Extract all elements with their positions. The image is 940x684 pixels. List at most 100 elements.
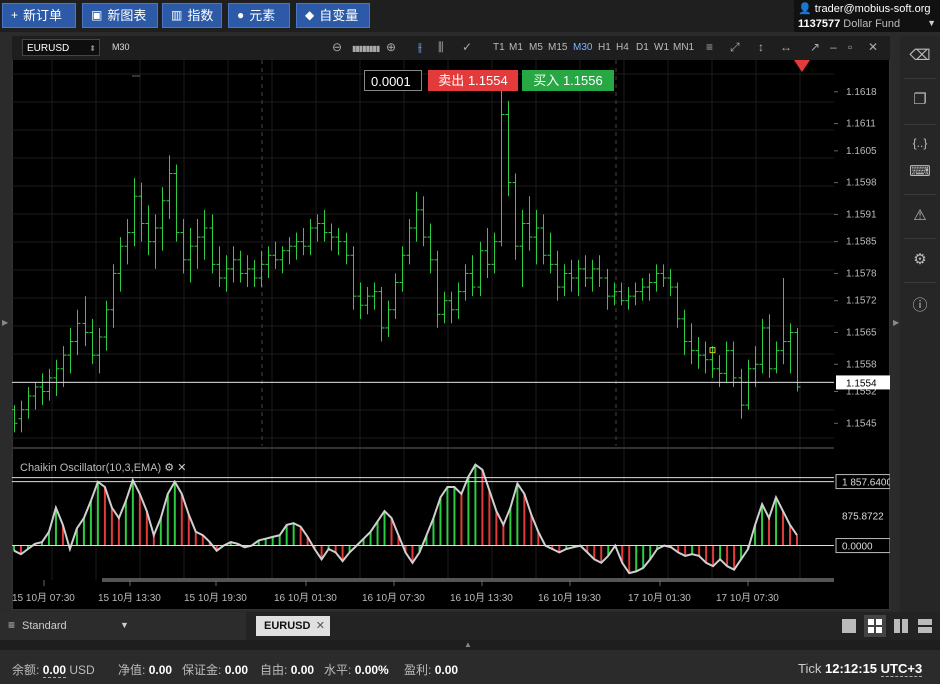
price-chart[interactable]: 1.1618 1.1611 1.1605 1.1598 1.1591 1.1585 1.15… xyxy=(12,60,890,610)
tab-timeframe-m1[interactable]: M1 xyxy=(509,42,523,53)
copy-icon[interactable]: ❐ xyxy=(900,90,940,108)
expand-panel-icon[interactable]: ▲ xyxy=(464,640,472,649)
gear-icon[interactable]: ⚙ xyxy=(164,462,174,474)
ohlc-bar xyxy=(378,287,385,342)
minimize-icon[interactable]: – xyxy=(830,40,837,54)
indicators-button[interactable]: ▥ 指数 xyxy=(162,3,222,28)
ohlc-bar xyxy=(314,214,321,242)
menu-icon: ≡ xyxy=(8,618,16,632)
terminal-icon[interactable]: ⌨ xyxy=(900,162,940,180)
chevron-down-icon[interactable]: ▼ xyxy=(927,18,936,28)
ohlc-bar xyxy=(688,323,695,365)
tab-timeframe-h4[interactable]: H4 xyxy=(616,42,629,53)
collapse-right-icon[interactable]: ▶ xyxy=(893,318,899,327)
zoom-in-icon[interactable]: ⊕ xyxy=(386,40,396,54)
new-order-button[interactable]: + 新订单 xyxy=(2,3,76,28)
symbol-value: EURUSD xyxy=(27,43,70,54)
ohlc-bar xyxy=(498,82,505,247)
ohlc-bar xyxy=(787,323,794,374)
chart-icon: ▣ xyxy=(91,8,103,22)
close-icon[interactable]: ✕ xyxy=(868,40,878,54)
indicator-f-icon[interactable]: ≡ xyxy=(706,40,713,54)
close-indicator-icon[interactable]: ✕ xyxy=(177,462,186,474)
divider xyxy=(904,78,936,79)
maximize-icon[interactable]: ▫ xyxy=(848,40,852,54)
new-chart-button[interactable]: ▣ 新图表 xyxy=(82,3,158,28)
tab-label: EURUSD xyxy=(264,620,311,632)
account-number: 1137577 xyxy=(798,18,841,30)
ohlc-bar xyxy=(469,255,476,297)
ohlc-bar xyxy=(173,164,180,242)
ohlc-bar xyxy=(307,218,314,256)
tab-timeframe-h1[interactable]: H1 xyxy=(598,42,611,53)
warning-icon[interactable]: ⚠ xyxy=(900,206,940,224)
ohlc-bar xyxy=(575,259,582,297)
elements-button[interactable]: ● 元素 xyxy=(228,3,290,28)
settings-icon[interactable]: ⚙ xyxy=(900,250,940,268)
ohlc-bar xyxy=(519,209,526,288)
lot-input[interactable]: 0.0001 xyxy=(364,70,422,91)
variables-button[interactable]: ◆ 自变量 xyxy=(296,3,370,28)
ohlc-bar xyxy=(12,405,18,433)
ohlc-bar xyxy=(237,250,244,283)
ohlc-bar xyxy=(533,209,540,265)
ohlc-bar xyxy=(385,300,392,338)
layout-single-icon[interactable] xyxy=(842,619,856,633)
tab-timeframe-m5[interactable]: M5 xyxy=(529,42,543,53)
tab-timeframe-t1[interactable]: T1 xyxy=(493,42,505,53)
ohlc-bar xyxy=(702,341,709,374)
current-timeframe: M30 xyxy=(112,42,130,52)
ohlc-bar xyxy=(201,209,208,260)
account-info[interactable]: 👤 trader@mobius-soft.org 1137577 Dollar … xyxy=(794,0,940,32)
zoom-slider[interactable]: ▮▮▮▮▮▮▮▮ xyxy=(352,44,380,53)
layout-grid-active[interactable] xyxy=(864,615,886,637)
bar-chart-icon[interactable]: ⫲ xyxy=(418,40,422,55)
ohlc-bar xyxy=(674,282,681,328)
price-label: 1.1591 xyxy=(846,209,877,220)
ohlc-bar xyxy=(350,246,357,310)
eraser-icon[interactable]: ⌫ xyxy=(900,46,940,64)
vertical-line-icon[interactable]: ↕ xyxy=(758,40,764,54)
symbol-select[interactable]: EURUSD ⬍ xyxy=(22,39,100,56)
trendline-icon[interactable]: ⤢ xyxy=(730,40,740,55)
line-chart-icon[interactable]: ✓ xyxy=(462,40,472,54)
ohlc-bar xyxy=(653,264,660,292)
sell-price: 1.1554 xyxy=(467,73,508,88)
layout-rows-icon[interactable] xyxy=(918,619,932,633)
buy-button[interactable]: 买入 1.1556 xyxy=(522,70,614,91)
timezone-select[interactable]: UTC+3 xyxy=(880,661,923,677)
osc-label: 1 857.6400 xyxy=(842,478,890,489)
ohlc-bar xyxy=(773,341,780,374)
candle-chart-icon[interactable]: ⫼ xyxy=(438,40,444,55)
tab-timeframe-m15[interactable]: M15 xyxy=(548,42,567,53)
horizontal-line-icon[interactable]: ↔ xyxy=(780,40,792,54)
ohlc-bar xyxy=(60,346,67,387)
zoom-out-icon[interactable]: ⊖ xyxy=(332,40,342,54)
ohlc-bar xyxy=(540,214,547,265)
tab-eurusd[interactable]: EURUSD ✕ xyxy=(256,616,330,636)
time-label: 16 10月 19:30 xyxy=(538,592,601,604)
collapse-left-icon[interactable]: ▶ xyxy=(2,318,8,327)
template-select[interactable]: ≡ Standard ▼ xyxy=(0,612,246,640)
fund-name: Dollar Fund xyxy=(843,18,901,30)
ohlc-bar xyxy=(279,246,286,274)
time-label: 17 10月 07:30 xyxy=(716,592,779,604)
ohlc-bar xyxy=(554,250,561,301)
script-icon[interactable]: {..} xyxy=(900,136,940,150)
tab-timeframe-mn1[interactable]: MN1 xyxy=(673,42,694,53)
panel-splitter[interactable]: ▲ xyxy=(0,640,940,650)
tab-timeframe-m30[interactable]: M30 xyxy=(573,42,592,53)
osc-label: 0.0000 xyxy=(842,542,873,553)
sell-button[interactable]: 卖出 1.1554 xyxy=(428,70,518,91)
ohlc-bar xyxy=(117,237,124,292)
info-icon[interactable]: ⓘ xyxy=(900,294,940,315)
ohlc-bar xyxy=(561,264,568,297)
tab-timeframe-d1[interactable]: D1 xyxy=(636,42,649,53)
ohlc-bar xyxy=(505,100,512,197)
detach-icon[interactable]: ↗ xyxy=(810,40,820,54)
ohlc-bar xyxy=(293,232,300,260)
close-tab-icon[interactable]: ✕ xyxy=(316,616,325,636)
layout-columns-icon[interactable] xyxy=(894,619,908,633)
tab-timeframe-w1[interactable]: W1 xyxy=(654,42,669,53)
ohlc-bar xyxy=(357,282,364,319)
